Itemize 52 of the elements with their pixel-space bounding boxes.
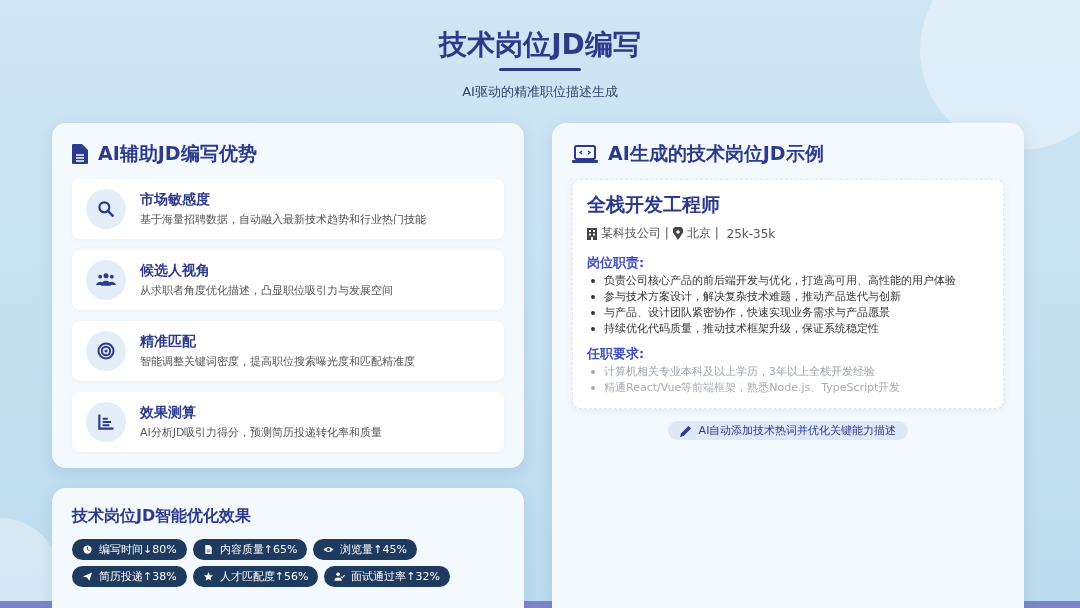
bullet-icon: [591, 311, 595, 315]
metric-tag: 内容质量↑65%: [192, 539, 308, 560]
ai-note-tag: AI自动添加技术热词并优化关键能力描述: [667, 421, 909, 440]
eye-icon: [323, 544, 335, 555]
salary-range: 25k-35k: [725, 226, 776, 241]
list-item: 负责公司核心产品的前后端开发与优化，打造高可用、高性能的用户体验: [604, 273, 956, 289]
feature-description: 智能调整关键词密度，提高职位搜索曝光度和匹配精准度: [140, 354, 415, 369]
feature-title: 候选人视角: [140, 262, 211, 280]
target-icon: [96, 341, 116, 361]
document-icon: [72, 144, 88, 164]
section-heading: 岗位职责:: [587, 254, 645, 272]
section-heading: 任职要求:: [587, 345, 645, 363]
search-icon: [96, 199, 116, 219]
bullet-icon: [591, 327, 595, 331]
card-title: AI辅助JD编写优势: [98, 141, 257, 166]
bullet-icon: [591, 295, 595, 299]
company-name: 某科技公司 |: [601, 225, 669, 242]
feature-description: AI分析JD吸引力得分，预测简历投递转化率和质量: [140, 425, 383, 440]
feature-title: 精准匹配: [140, 333, 197, 351]
job-location: 北京 |: [686, 225, 719, 242]
job-title: 全栈开发工程师: [587, 192, 720, 217]
metric-tag: 面试通过率↑32%: [324, 566, 450, 587]
list-item: 参与技术方案设计，解决复杂技术难题，推动产品迭代与创新: [604, 289, 901, 305]
list-item: 持续优化代码质量，推动技术框架升级，保证系统稳定性: [604, 321, 879, 337]
location-pin-icon: [672, 227, 683, 240]
metric-tag: 编写时间↓80%: [72, 539, 187, 560]
list-item: 计算机相关专业本科及以上学历，3年以上全栈开发经验: [604, 364, 875, 380]
star-icon: [202, 571, 214, 582]
feature-description: 从求职者角度优化描述，凸显职位吸引力与发展空间: [140, 283, 393, 298]
card-title: AI生成的技术岗位JD示例: [608, 141, 824, 166]
feature-description: 基于海量招聘数据，自动融入最新技术趋势和行业热门技能: [140, 212, 426, 227]
bullet-icon: [591, 370, 595, 374]
feature-title: 市场敏感度: [140, 191, 211, 209]
bullet-icon: [591, 279, 595, 283]
paper-plane-icon: [82, 571, 93, 582]
metric-tag: 简历投递↑38%: [72, 566, 187, 587]
pencil-icon: [679, 424, 692, 437]
chart-icon: [96, 412, 116, 432]
user-check-icon: [334, 571, 346, 582]
card-title: 技术岗位JD智能优化效果: [72, 506, 252, 527]
bullet-icon: [591, 386, 595, 390]
document-icon: [202, 544, 214, 555]
laptop-icon: [572, 145, 598, 163]
metric-tag: 浏览量↑45%: [313, 539, 417, 560]
page-title: 技术岗位JD编写: [439, 27, 641, 63]
feature-title: 效果测算: [140, 404, 197, 422]
list-item: 与产品、设计团队紧密协作，快速实现业务需求与产品愿景: [604, 305, 890, 321]
building-icon: [587, 227, 597, 240]
page-subtitle: AI驱动的精准职位描述生成: [462, 83, 618, 101]
metric-tag: 人才匹配度↑56%: [192, 566, 319, 587]
list-item: 精通React/Vue等前端框架，熟悉Node.js、TypeScript开发: [604, 380, 901, 396]
clock-icon: [82, 544, 93, 555]
